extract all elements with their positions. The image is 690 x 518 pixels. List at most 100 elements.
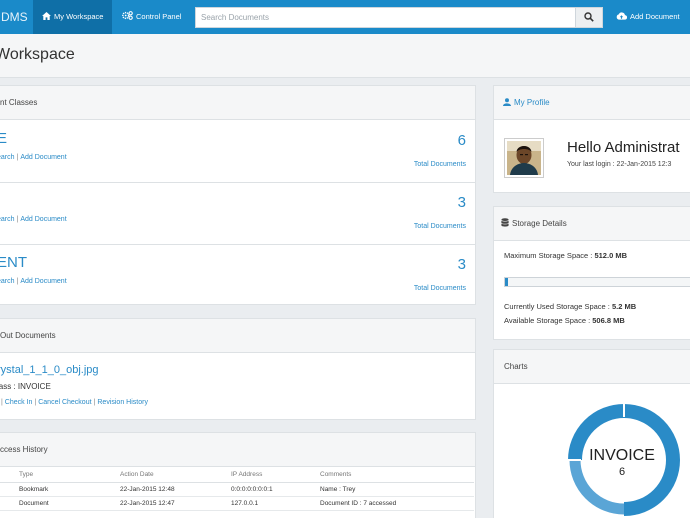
table-row: Bookmark 22-Jan-2015 12:48 0:0:0:0:0:0:0… xyxy=(0,482,474,497)
total-documents-label: Total Documents xyxy=(413,223,466,230)
search-input[interactable] xyxy=(196,8,576,27)
document-classes-heading: nt Classes xyxy=(0,86,475,120)
add-document-link[interactable]: Add Document xyxy=(20,278,66,285)
total-documents-label: Total Documents xyxy=(413,161,466,168)
donut-center-value: 6 xyxy=(619,466,625,478)
column-header-type: Type xyxy=(19,467,120,483)
storage-progress-bar xyxy=(504,277,690,287)
page-title: Workspace xyxy=(0,46,75,63)
available-storage-line: Available Storage Space : 506.8 MB xyxy=(504,316,625,325)
table-cell-ip: 127.0.0.1 xyxy=(231,496,320,511)
search-link[interactable]: earch xyxy=(0,216,15,223)
access-history-table: Type Action Date IP Address Comments Boo… xyxy=(0,467,474,511)
link-separator: | xyxy=(16,278,19,285)
link-separator: | xyxy=(34,399,37,406)
used-storage-label: Currently Used Storage Space : xyxy=(504,302,612,311)
last-login-text: Your last login : 22-Jan-2015 12:3 xyxy=(567,161,672,168)
used-storage-value: 5.2 MB xyxy=(611,302,637,311)
total-documents-label: Total Documents xyxy=(413,285,466,292)
add-document-button[interactable]: Add Document xyxy=(610,0,680,34)
page-header: Workspace xyxy=(0,34,690,78)
search-button[interactable] xyxy=(575,8,602,27)
table-row: Document 22-Jan-2015 12:47 127.0.0.1 Doc… xyxy=(0,496,474,511)
tab-my-workspace-label: My Workspace xyxy=(54,12,104,21)
tab-my-workspace[interactable]: My Workspace xyxy=(33,0,113,34)
document-classes-panel: nt Classes E earch|Add Document 6 Total … xyxy=(0,85,476,305)
link-separator: | xyxy=(93,399,96,406)
checked-out-heading: Out Documents xyxy=(0,319,475,353)
column-header-action-date: Action Date xyxy=(120,467,231,483)
gears-icon xyxy=(122,11,133,20)
class-row: ENT earch|Add Document 3 Total Documents xyxy=(0,245,475,307)
checked-out-panel: Out Documents rystal_1_1_0_obj.jpg lass … xyxy=(0,318,476,420)
link-separator: | xyxy=(0,399,3,406)
profile-photo-icon xyxy=(507,141,541,175)
class-links: earch|Add Document xyxy=(0,154,67,161)
available-storage-value: 506.8 MB xyxy=(592,316,625,325)
class-document-count: 3 xyxy=(457,194,466,211)
search-icon xyxy=(584,12,594,22)
checked-out-file-link[interactable]: rystal_1_1_0_obj.jpg xyxy=(0,364,99,376)
column-header-blank xyxy=(0,467,19,483)
tab-control-panel-label: Control Panel xyxy=(136,12,182,21)
available-storage-label: Available Storage Space : xyxy=(504,316,593,325)
add-document-link[interactable]: Add Document xyxy=(20,154,66,161)
access-history-panel: ccess History Type Action Date IP Addres… xyxy=(0,432,476,518)
home-icon xyxy=(42,12,51,20)
link-separator: | xyxy=(16,216,19,223)
cloud-upload-icon xyxy=(616,12,628,20)
link-separator: | xyxy=(16,154,19,161)
storage-details-title: Storage Details xyxy=(512,219,567,228)
class-document-count: 6 xyxy=(457,132,466,149)
access-history-title: ccess History xyxy=(0,445,48,454)
charts-title: Charts xyxy=(504,362,528,371)
tab-control-panel[interactable]: Control Panel xyxy=(113,0,190,34)
top-navbar: DMS My Workspace Control Panel Add Docum… xyxy=(0,0,690,34)
storage-details-heading: Storage Details xyxy=(494,207,690,241)
search-box xyxy=(195,7,603,28)
max-storage-line: Maximum Storage Space : 512.0 MB xyxy=(504,251,627,260)
my-profile-panel: My Profile Hello Administrat Your last l… xyxy=(493,85,690,193)
document-classes-title: nt Classes xyxy=(0,98,38,107)
table-cell-blank xyxy=(0,496,19,511)
storage-details-panel: Storage Details Maximum Storage Space : … xyxy=(493,206,690,340)
add-document-link[interactable]: Add Document xyxy=(20,216,66,223)
table-cell-date: 22-Jan-2015 12:48 xyxy=(120,482,231,497)
donut-chart: INVOICE 6 xyxy=(568,404,680,516)
revision-history-link[interactable]: Revision History xyxy=(97,399,148,406)
class-links: earch|Add Document xyxy=(0,278,67,285)
greeting-text: Hello Administrat xyxy=(567,139,680,156)
class-document-count: 3 xyxy=(457,256,466,273)
table-cell-ip: 0:0:0:0:0:0:0:1 xyxy=(231,482,320,497)
my-profile-title[interactable]: My Profile xyxy=(514,98,550,107)
check-in-link[interactable]: Check In xyxy=(5,399,33,406)
class-name-link[interactable]: ENT xyxy=(0,254,27,271)
access-history-heading: ccess History xyxy=(0,433,475,467)
search-link[interactable]: earch xyxy=(0,278,15,285)
checked-out-title: Out Documents xyxy=(0,331,56,340)
brand-logo[interactable]: DMS xyxy=(0,0,28,34)
table-cell-comment: Name : Trey xyxy=(320,482,474,497)
database-icon xyxy=(501,218,509,227)
cancel-checkout-link[interactable]: Cancel Checkout xyxy=(38,399,91,406)
column-header-ip-address: IP Address xyxy=(231,467,320,483)
column-header-comments: Comments xyxy=(320,467,474,483)
my-profile-heading: My Profile xyxy=(494,86,690,120)
table-cell-comment: Document ID : 7 accessed xyxy=(320,496,474,511)
donut-center-label: INVOICE xyxy=(589,447,655,464)
table-cell-type: Bookmark xyxy=(19,482,120,497)
table-cell-date: 22-Jan-2015 12:47 xyxy=(120,496,231,511)
table-cell-blank xyxy=(0,482,19,497)
class-name-link[interactable]: E xyxy=(0,130,7,147)
user-icon xyxy=(503,98,511,106)
checked-out-class: lass : INVOICE xyxy=(0,382,51,391)
used-storage-line: Currently Used Storage Space : 5.2 MB xyxy=(504,302,636,311)
class-links: earch|Add Document xyxy=(0,216,67,223)
add-document-label: Add Document xyxy=(630,12,680,21)
charts-heading: Charts xyxy=(494,350,690,384)
max-storage-label: Maximum Storage Space : xyxy=(504,251,595,260)
search-link[interactable]: earch xyxy=(0,154,15,161)
avatar[interactable] xyxy=(504,138,544,178)
checked-out-links: t|Check In|Cancel Checkout|Revision Hist… xyxy=(0,399,148,406)
table-header-row: Type Action Date IP Address Comments xyxy=(0,467,474,483)
